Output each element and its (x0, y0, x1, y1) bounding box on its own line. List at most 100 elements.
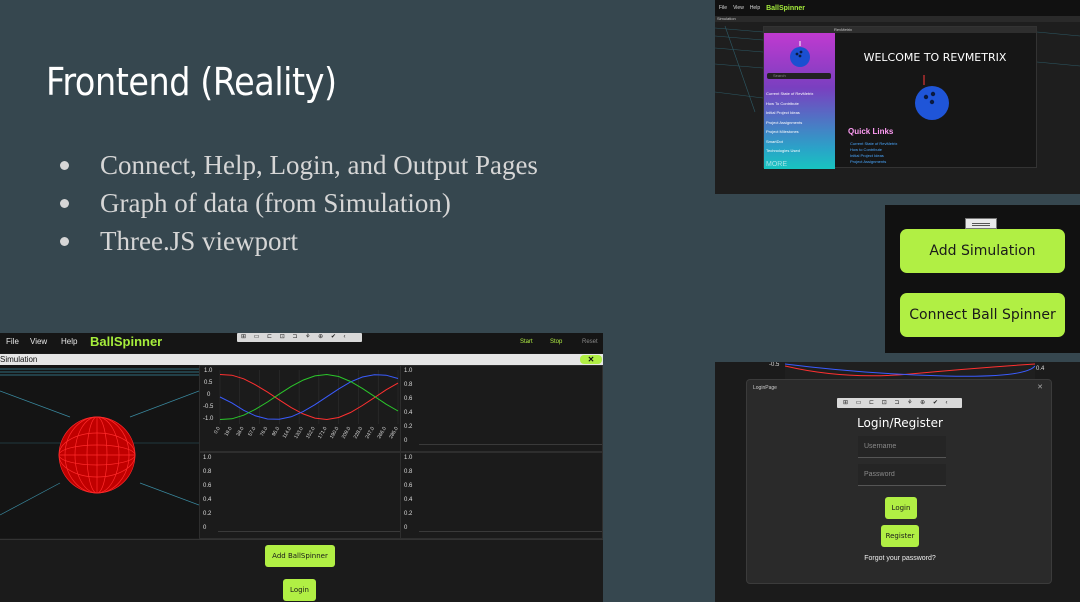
menu-help[interactable]: Help (61, 337, 77, 346)
simulation-tab-bar: Simulation ✕ (0, 354, 603, 365)
y-tick: 0.2 (404, 424, 413, 430)
y-tick: 0 (404, 525, 408, 531)
ballspinner-screenshot: File View Help BallSpinner ⊞ ▭ ⊏ ⊡ ⊐ ⚘ ⊕… (0, 333, 603, 602)
sidebar-item[interactable]: Technologies Used (766, 146, 813, 156)
add-ballspinner-button[interactable]: Add BallSpinner (265, 545, 335, 567)
y-tick: 0.4 (203, 497, 212, 503)
search-input[interactable]: Search (767, 73, 831, 79)
quick-links-heading: Quick Links (848, 127, 894, 136)
y-tick: 0.8 (203, 469, 212, 475)
brand-logo: BallSpinner (90, 334, 163, 349)
background-chart (785, 362, 1035, 380)
sidebar-item[interactable]: Project Assignments (766, 118, 813, 128)
add-simulation-button[interactable]: Add Simulation (900, 229, 1065, 273)
x-axis-line (218, 531, 401, 532)
start-button[interactable]: Start (520, 339, 533, 345)
menu-view[interactable]: View (733, 5, 744, 11)
empty-graph-panel: 1.0 0.8 0.6 0.4 0.2 0 (400, 365, 603, 452)
menu-file[interactable]: File (719, 5, 727, 11)
y-tick: 0 (404, 438, 408, 444)
buttons-screenshot: Add Simulation Connect Ball Spinner (885, 205, 1080, 353)
toolbar[interactable]: ⊞ ▭ ⊏ ⊡ ⊐ ⚘ ⊕ ✔ ‹ (837, 398, 962, 408)
login-window: LoginPage ✕ ⊞ ▭ ⊏ ⊡ ⊐ ⚘ ⊕ ✔ ‹ Login/Regi… (746, 379, 1052, 584)
y-tick: 0.2 (404, 511, 413, 517)
x-tick-label: 209.0 (341, 426, 353, 440)
series-line-1 (219, 374, 399, 420)
quick-link[interactable]: Project Assignments (850, 159, 897, 165)
toolbar[interactable]: ⊞ ▭ ⊏ ⊡ ⊐ ⚘ ⊕ ✔ ‹ (237, 333, 362, 342)
login-button[interactable]: Login (283, 579, 316, 601)
series-line-0 (219, 374, 399, 421)
y-tick: 0.6 (404, 396, 413, 402)
x-tick-label: 0.0 (213, 426, 222, 435)
x-tick-label: 266.0 (376, 426, 388, 440)
menu-view[interactable]: View (30, 337, 47, 346)
y-tick: -0.5 (769, 362, 780, 368)
username-input[interactable] (858, 436, 946, 458)
x-tick-label: 95.0 (271, 426, 281, 438)
x-tick-label: 133.0 (293, 426, 305, 440)
y-tick: 0.4 (404, 497, 413, 503)
bullet-text: Connect, Help, Login, and Output Pages (100, 150, 538, 180)
slide-title: Frontend (Reality) (46, 60, 337, 104)
bullet-item: Three.JS viewport (58, 222, 538, 260)
x-axis-line (419, 531, 602, 532)
sidebar-item[interactable]: How To Contribute (766, 99, 813, 109)
register-button[interactable]: Register (881, 525, 919, 547)
reset-button[interactable]: Reset (582, 339, 598, 345)
bowling-ball-icon (790, 41, 810, 67)
brand-logo: BallSpinner (766, 4, 806, 12)
x-tick-label: 114.0 (282, 426, 293, 440)
y-tick: 1.0 (404, 368, 413, 374)
graph-panel: 1.0 0.5 0 -0.5 -1.0 0.0 19.0 38.0 57.0 76.0 9… (199, 365, 402, 452)
sidebar-item[interactable]: Initial Project Ideas (766, 108, 813, 118)
y-tick: 0.2 (203, 511, 212, 517)
y-tick: 0.6 (203, 483, 212, 489)
stop-button[interactable]: Stop (550, 339, 562, 345)
threejs-viewport[interactable] (0, 365, 200, 538)
welcome-sidebar: Search Current State of RevMetrix How To… (764, 33, 835, 169)
welcome-window: RevMetrix Search Current State of RevMet… (763, 26, 1037, 169)
drag-handle[interactable] (965, 218, 997, 229)
connect-ball-spinner-button[interactable]: Connect Ball Spinner (900, 293, 1065, 337)
y-tick: 1.0 (203, 455, 212, 461)
login-button[interactable]: Login (885, 497, 917, 519)
forgot-password-link[interactable]: Forgot your password? (747, 555, 1053, 562)
bullet-dot-icon (60, 199, 69, 208)
bullet-dot-icon (60, 237, 69, 246)
x-tick-label: 190.0 (329, 426, 341, 440)
close-icon[interactable]: ✕ (1037, 383, 1043, 391)
welcome-heading: WELCOME TO REVMETRIX (863, 51, 1007, 64)
y-tick: 0.4 (404, 410, 413, 416)
bullet-text: Three.JS viewport (100, 226, 298, 256)
login-screenshot: -0.5 0.4 LoginPage ✕ ⊞ ▭ ⊏ ⊡ ⊐ ⚘ ⊕ ✔ ‹ L… (715, 362, 1080, 602)
menu-help[interactable]: Help (750, 5, 760, 11)
y-tick: 0 (203, 525, 207, 531)
y-tick: 0.4 (1036, 366, 1045, 372)
x-tick-label: 228.0 (353, 426, 365, 440)
bullet-dot-icon (60, 161, 69, 170)
x-tick-label: 38.0 (235, 426, 245, 438)
password-input[interactable] (858, 464, 946, 486)
menubar: File View Help BallSpinner ⊞ ▭ ⊏ ⊡ ⊐ ⚘ ⊕… (0, 333, 603, 353)
bowling-ball-icon (915, 75, 949, 120)
quick-links-list: Current State of RevMetrix How to Contri… (850, 141, 897, 165)
empty-graph-panel: 1.0 0.8 0.6 0.4 0.2 0 (199, 452, 402, 539)
welcome-screenshot: File View Help BallSpinner Simulation Re… (715, 0, 1080, 194)
y-tick: 1.0 (404, 455, 413, 461)
bullet-item: Connect, Help, Login, and Output Pages (58, 146, 538, 184)
window-title: LoginPage (753, 385, 777, 391)
viewport-scene (0, 368, 200, 516)
menubar: File View Help BallSpinner (715, 0, 1080, 16)
sidebar-item[interactable]: Current State of RevMetrix (766, 89, 813, 99)
y-tick: 0.8 (404, 382, 413, 388)
sidebar-list: Current State of RevMetrix How To Contri… (766, 89, 813, 156)
sidebar-item[interactable]: Project Milestones (766, 127, 813, 137)
x-tick-label: 57.0 (247, 426, 257, 438)
sim-tab-label[interactable]: Simulation (0, 355, 37, 364)
bullet-list: Connect, Help, Login, and Output Pages G… (58, 146, 538, 260)
y-tick: 0.6 (404, 483, 413, 489)
sidebar-item[interactable]: SmartDot (766, 137, 813, 147)
menu-file[interactable]: File (6, 337, 19, 346)
close-icon[interactable]: ✕ (580, 355, 602, 364)
